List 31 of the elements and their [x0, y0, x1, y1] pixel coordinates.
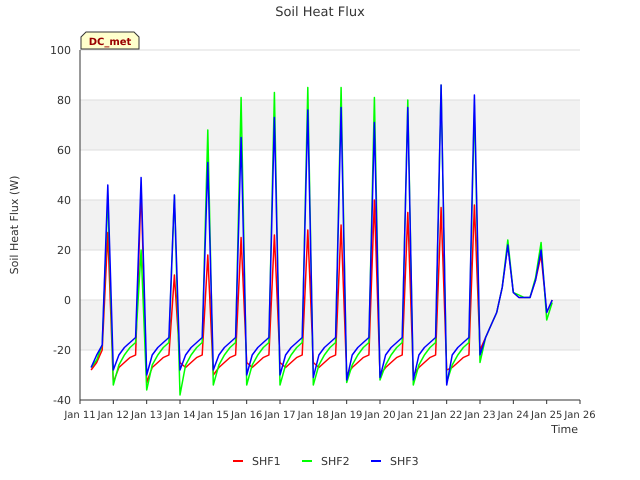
y-tick-label: -40: [53, 394, 71, 407]
x-tick-label: Jan 24: [498, 410, 529, 421]
site-label: DC_met: [80, 32, 140, 50]
y-axis-label: Soil Heat Flux (W): [8, 176, 21, 274]
legend-label: SHF1: [252, 455, 281, 468]
x-tick-label: Jan 21: [398, 410, 429, 421]
y-tick-label: 0: [64, 294, 71, 307]
x-tick-label: Jan 17: [264, 410, 296, 421]
x-tick-label: Jan 26: [564, 410, 596, 421]
x-tick-label: Jan 20: [364, 410, 396, 421]
y-tick-label: 60: [57, 144, 71, 157]
x-tick-label: Jan 12: [98, 410, 129, 421]
x-tick-label: Jan 19: [331, 410, 362, 421]
x-axis-label: Time: [551, 423, 578, 436]
y-tick-label: 80: [57, 94, 71, 107]
chart-title: Soil Heat Flux: [275, 5, 365, 20]
legend-label: SHF3: [390, 455, 419, 468]
x-tick-label: Jan 14: [164, 410, 196, 421]
x-tick-label: Jan 15: [198, 410, 229, 421]
y-tick-label: 20: [57, 244, 71, 257]
x-tick-label: Jan 22: [431, 410, 462, 421]
x-tick-label: Jan 13: [131, 410, 162, 421]
x-tick-label: Jan 25: [531, 410, 562, 421]
x-tick-label: Jan 16: [231, 410, 262, 421]
x-tick-label: Jan 11: [64, 410, 96, 421]
y-tick-label: -20: [53, 344, 71, 357]
y-tick-label: 40: [57, 194, 71, 207]
x-tick-label: Jan 23: [464, 410, 496, 421]
y-tick-label: 100: [50, 44, 71, 57]
x-tick-label: Jan 18: [298, 410, 329, 421]
legend-label: SHF2: [321, 455, 350, 468]
